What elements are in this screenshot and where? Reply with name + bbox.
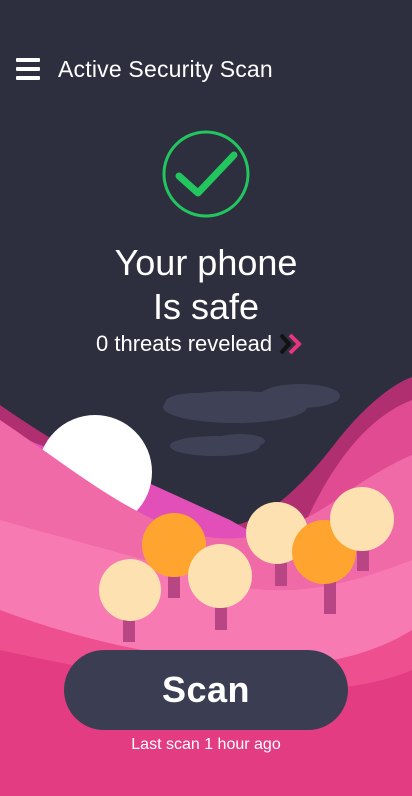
threats-link[interactable]: 0 threats revelead: [96, 330, 304, 358]
last-scan-text: Last scan 1 hour ago: [131, 736, 281, 753]
app-header: Active Security Scan: [0, 0, 412, 140]
status-headline: Your phone: [114, 242, 298, 283]
threats-count-text: 0 threats revelead: [96, 331, 273, 356]
app-title: Active Security Scan: [58, 56, 273, 82]
scan-button[interactable]: Scan: [64, 650, 348, 730]
double-chevron-right-icon: [279, 333, 302, 355]
hamburger-menu-icon[interactable]: [16, 58, 40, 82]
check-circle-icon: [162, 130, 250, 218]
status-subheadline: Is safe: [152, 286, 260, 327]
landscape-illustration: [0, 377, 412, 796]
